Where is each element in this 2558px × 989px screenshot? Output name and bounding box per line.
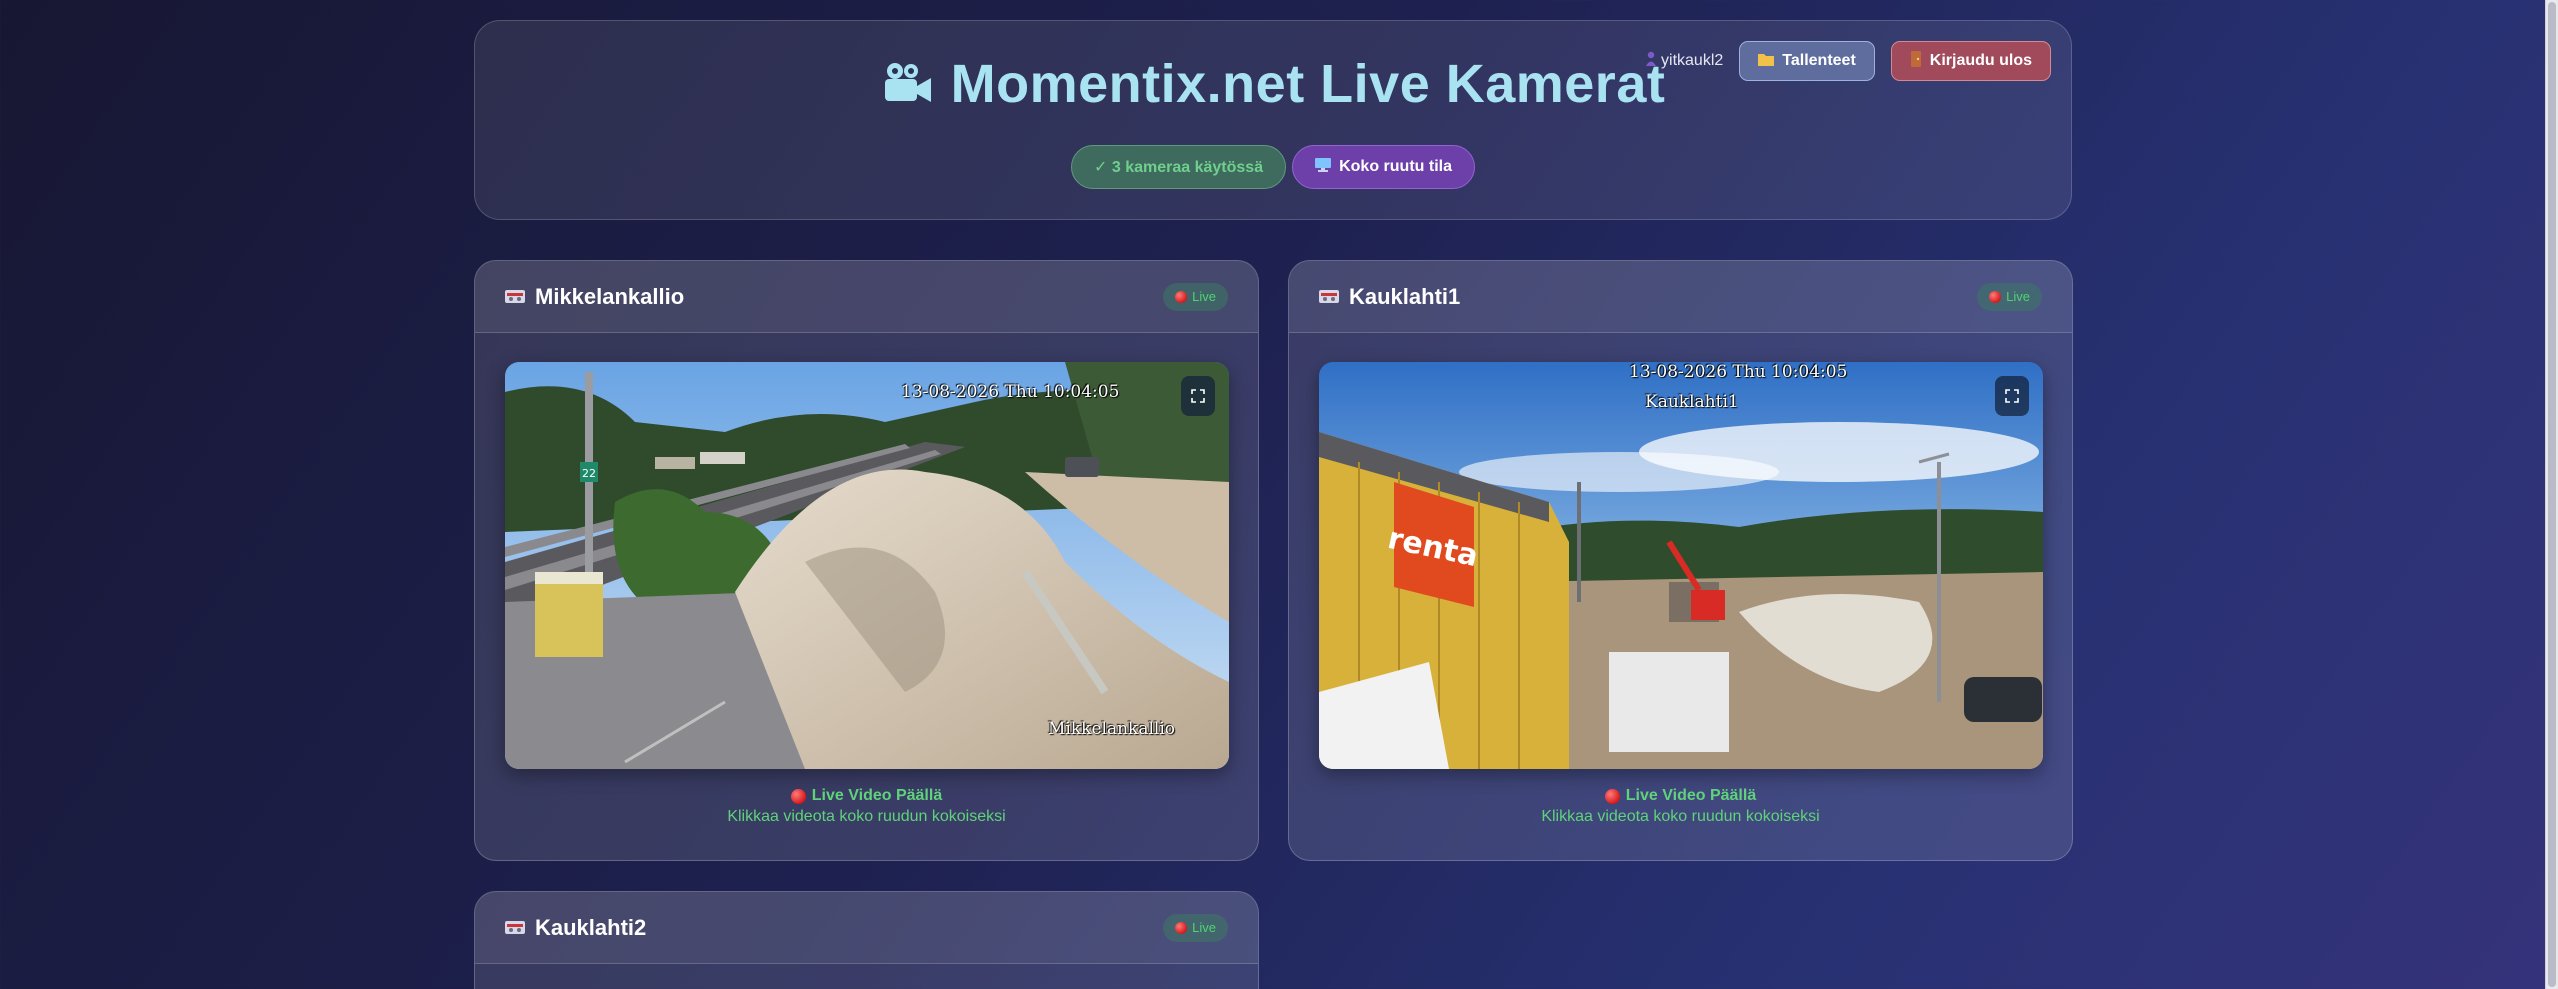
live-dot-icon — [1175, 921, 1188, 934]
live-badge: Live — [1163, 913, 1228, 942]
page-title-text: Momentix.net Live Kamerat — [950, 54, 1666, 114]
live-badge: Live — [1977, 282, 2042, 311]
fullscreen-mode-label: Koko ruutu tila — [1339, 158, 1452, 175]
video-status-text: Live Video Päällä — [1625, 787, 1757, 804]
video-camera-icon — [1319, 284, 1339, 310]
video-timestamp: 13-08-2026 Thu 10:04:05 — [901, 382, 1120, 402]
recording-dot-icon — [1604, 788, 1620, 804]
live-badge: Live — [1163, 282, 1228, 311]
camera-card-header: Kauklahti2 Live — [475, 892, 1258, 964]
logout-button[interactable]: Kirjaudu ulos — [1890, 41, 2051, 81]
camera-card-header: Mikkelankallio Live — [475, 261, 1258, 333]
video-hint: Klikkaa videota koko ruudun kokoiseksi — [727, 808, 1006, 825]
video-hint: Klikkaa videota koko ruudun kokoiseksi — [1541, 808, 1820, 825]
video-status: Live Video Päällä — [475, 787, 1258, 805]
video-fullscreen-button[interactable] — [1181, 376, 1215, 416]
user-area: yitkaukl2 Tallenteet Kirjaudu ulos — [1646, 41, 2051, 81]
monitor-icon — [1315, 157, 1332, 177]
header-panel: Momentix.net Live Kamerat yitkaukl2 Tall… — [474, 20, 2072, 220]
live-dot-icon — [1175, 290, 1188, 303]
construction-site-scene: renta — [1319, 362, 2043, 769]
user-icon — [1646, 51, 1657, 72]
camera-title: Kauklahti1 — [1319, 284, 1460, 310]
live-dot-icon — [1989, 290, 2002, 303]
camera-card-mikkelankallio: Mikkelankallio Live 22 13-08-2026 Thu 10… — [474, 260, 1259, 861]
recording-dot-icon — [790, 788, 806, 804]
camera-count-badge: ✓ 3 kameraa käytössä — [1071, 145, 1287, 189]
video-overlay-label: Kauklahti1 — [1645, 392, 1739, 412]
track-sign-text: 22 — [582, 467, 596, 480]
status-row: ✓ 3 kameraa käytössä Koko ruutu tila — [475, 145, 2071, 189]
construction-site-scene: 22 — [505, 362, 1229, 769]
movie-camera-icon — [881, 57, 933, 119]
camera-title: Mikkelankallio — [505, 284, 684, 310]
live-badge-label: Live — [1192, 289, 1216, 304]
expand-icon — [2005, 389, 2019, 403]
fullscreen-mode-button[interactable]: Koko ruutu tila — [1292, 145, 1475, 189]
video-camera-icon — [505, 915, 525, 941]
video-fullscreen-button[interactable] — [1995, 376, 2029, 416]
user-label: yitkaukl2 — [1646, 51, 1723, 72]
username: yitkaukl2 — [1661, 52, 1724, 69]
camera-card-header: Kauklahti1 Live — [1289, 261, 2072, 333]
camera-name: Kauklahti1 — [1349, 283, 1461, 309]
video-status-text: Live Video Päällä — [811, 787, 943, 804]
live-badge-label: Live — [1192, 920, 1216, 935]
live-badge-label: Live — [2006, 289, 2030, 304]
video-timestamp: 13-08-2026 Thu 10:04:05 — [1629, 362, 1848, 382]
recordings-button-label: Tallenteet — [1782, 52, 1856, 69]
camera-name: Kauklahti2 — [535, 914, 647, 940]
camera-video-feed[interactable]: renta 13-08-2026 Thu 10:04:05 Kauklahti1 — [1319, 362, 2043, 769]
folder-icon — [1758, 52, 1775, 71]
camera-name: Mikkelankallio — [535, 283, 685, 309]
video-status: Live Video Päällä — [1289, 787, 2072, 805]
camera-card-kauklahti2: Kauklahti2 Live — [474, 891, 1259, 989]
scrollbar-thumb[interactable] — [2548, 2, 2556, 987]
door-icon — [1910, 50, 1922, 72]
camera-count-text: ✓ 3 kameraa käytössä — [1094, 159, 1264, 176]
page-scrollbar[interactable] — [2545, 0, 2558, 989]
expand-icon — [1191, 389, 1205, 403]
camera-card-kauklahti1: Kauklahti1 Live renta 13-08-2026 Thu 10:… — [1288, 260, 2073, 861]
camera-title: Kauklahti2 — [505, 915, 646, 941]
recordings-button[interactable]: Tallenteet — [1739, 41, 1875, 81]
video-camera-icon — [505, 284, 525, 310]
video-overlay-label: Mikkelankallio — [1048, 719, 1176, 739]
logout-button-label: Kirjaudu ulos — [1929, 52, 2032, 69]
camera-video-feed[interactable]: 22 13-08-2026 Thu 10:04:05 Mikkelankalli… — [505, 362, 1229, 769]
